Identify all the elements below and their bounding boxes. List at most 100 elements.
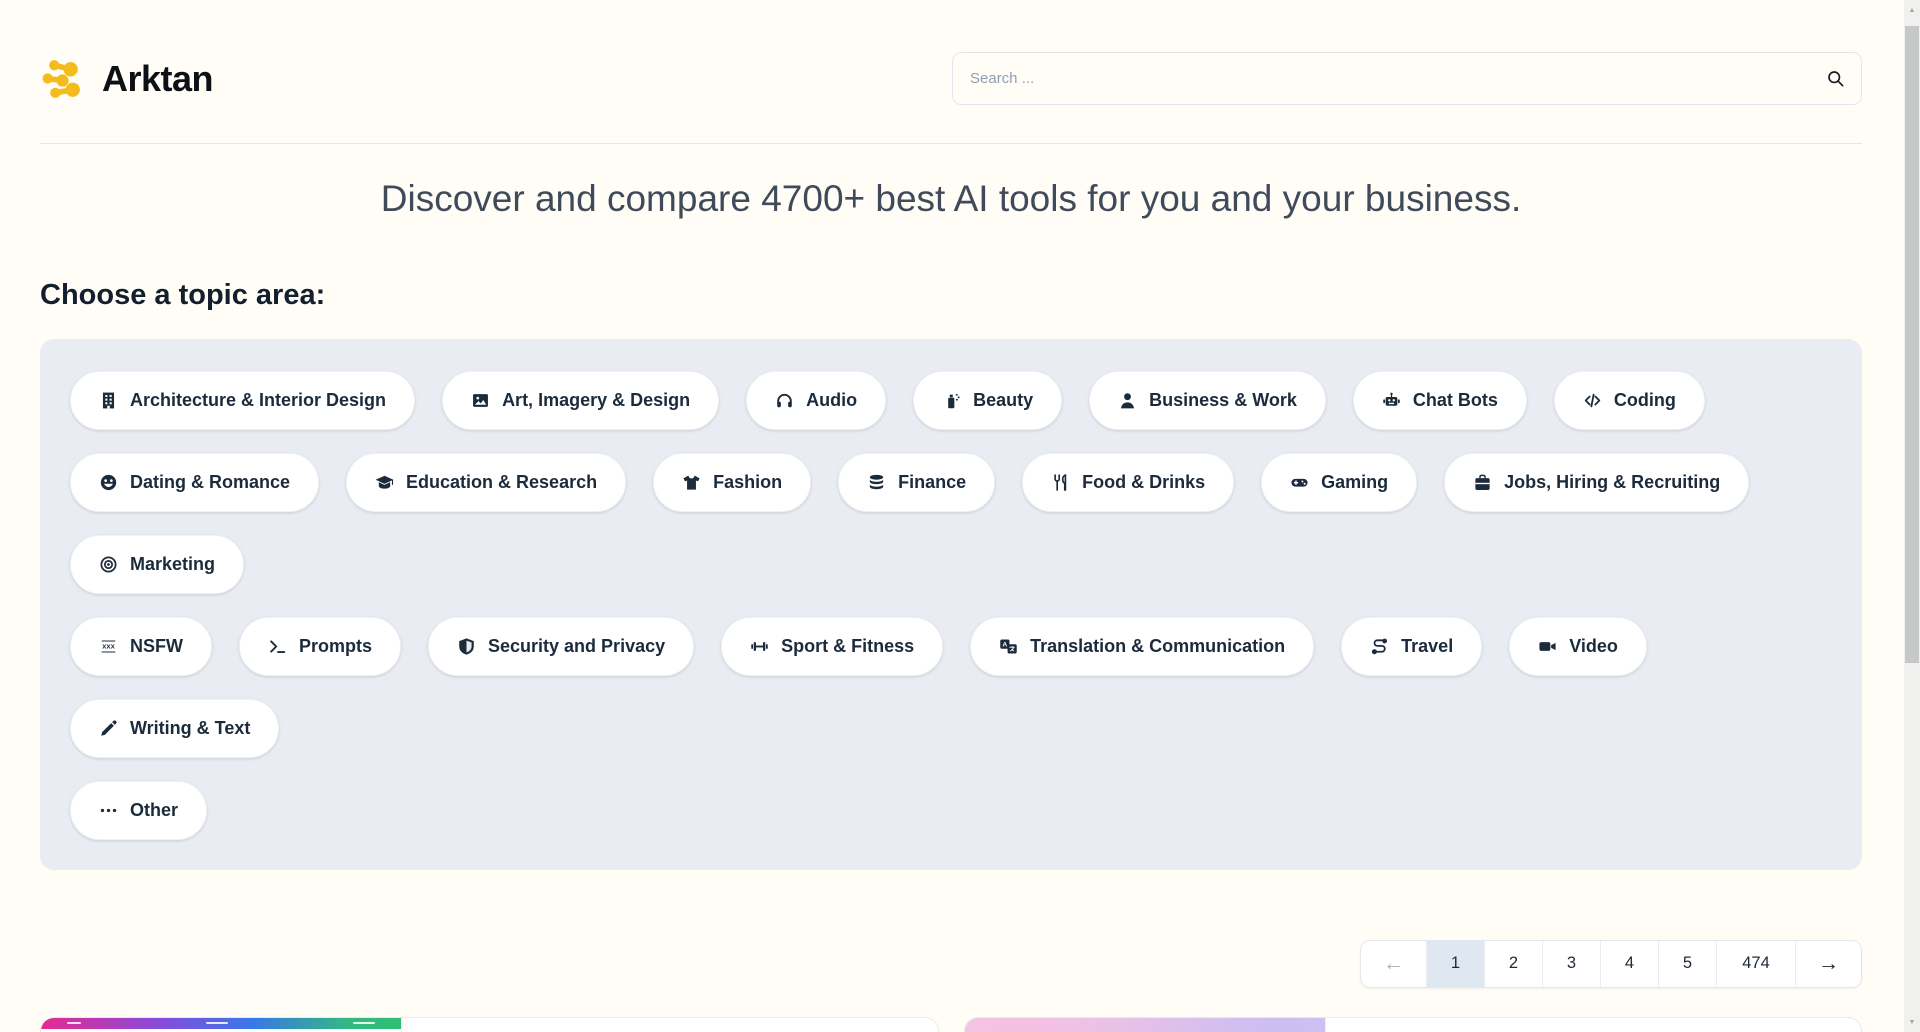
topic-pill-audio[interactable]: Audio xyxy=(746,370,887,430)
brand-logo[interactable]: Arktan xyxy=(40,56,214,101)
topic-pill-label: Video xyxy=(1569,635,1618,656)
travelmate-thumb-navbar xyxy=(41,1017,401,1029)
topic-pill-business-work[interactable]: Business & Work xyxy=(1089,370,1326,430)
image-icon xyxy=(473,393,489,407)
pagination-page-474[interactable]: 474 xyxy=(1716,940,1795,987)
topic-pill-nsfw[interactable]: xxx NSFW xyxy=(70,616,212,676)
terminal-icon xyxy=(270,640,286,653)
scrollbar-thumb[interactable] xyxy=(1905,26,1919,663)
topic-pill-video[interactable]: Video xyxy=(1509,616,1647,676)
topic-pill-label: Audio xyxy=(806,389,858,410)
arrow-right-icon: → xyxy=(1818,951,1839,975)
pagination-page-2[interactable]: 2 xyxy=(1484,940,1542,987)
shield-icon xyxy=(459,638,474,655)
topic-pill-coding[interactable]: Coding xyxy=(1553,370,1705,430)
topic-pill-label: Writing & Text xyxy=(130,717,251,738)
topic-pill-architecture-interior-design[interactable]: Architecture & Interior Design xyxy=(70,370,416,430)
topic-pill-label: Dating & Romance xyxy=(130,471,291,492)
topic-pill-dating-romance[interactable]: Dating & Romance xyxy=(70,452,320,512)
topic-pill-chat-bots[interactable]: Chat Bots xyxy=(1352,370,1527,430)
video-camera-icon xyxy=(1539,641,1556,651)
topic-pill-beauty[interactable]: Beauty xyxy=(913,370,1063,430)
topic-pill-label: Education & Research xyxy=(406,471,598,492)
scrollbar[interactable]: ▲ ▼ xyxy=(1904,0,1920,1032)
pagination-previous-button[interactable]: ← xyxy=(1361,941,1426,987)
topic-pill-finance[interactable]: Finance xyxy=(838,452,996,512)
tool-cards: Discover Your Perfect Holiday Destinatio… xyxy=(40,1016,1862,1032)
topic-pill-label: Architecture & Interior Design xyxy=(130,389,387,410)
svg-text:A: A xyxy=(1003,641,1008,648)
topic-pill-food-drinks[interactable]: Food & Drinks xyxy=(1022,452,1235,512)
brand-logo-icon xyxy=(42,60,80,98)
topic-pill-label: Travel xyxy=(1401,635,1454,656)
topics-heading: Choose a topic area: xyxy=(40,278,326,311)
topic-pill-label: Fashion xyxy=(713,471,783,492)
svg-text:xxx: xxx xyxy=(102,641,115,650)
topic-pill-education-research[interactable]: Education & Research xyxy=(346,452,627,512)
pagination-page-4[interactable]: 4 xyxy=(1600,940,1658,987)
topic-pill-sport-fitness[interactable]: Sport & Fitness xyxy=(721,616,944,676)
gamepad-icon xyxy=(1291,478,1308,487)
search-box xyxy=(952,52,1862,105)
brand-name: Arktan xyxy=(102,57,214,99)
autobackend-thumbnail: autobackend Describe your backend xyxy=(964,1017,1326,1032)
search-input[interactable] xyxy=(952,52,1862,105)
headphones-icon xyxy=(777,393,792,407)
header: Arktan xyxy=(40,0,1862,144)
topic-pill-label: Finance xyxy=(898,471,967,492)
pagination: ← 1 2 3 4 5 474 → xyxy=(1360,939,1862,988)
tool-card-auto-backend[interactable]: autobackend Describe your backend xyxy=(963,1016,1862,1032)
topic-pill-fashion[interactable]: Fashion xyxy=(653,452,812,512)
topic-pills-row: Dating & Romance Education & Research Fash… xyxy=(70,452,1832,594)
pagination-page-1[interactable]: 1 xyxy=(1426,940,1484,987)
building-icon xyxy=(102,392,115,409)
robot-icon xyxy=(1383,392,1400,406)
bullseye-icon xyxy=(100,556,117,573)
utensils-icon xyxy=(1054,473,1067,491)
topic-pill-security-and-privacy[interactable]: Security and Privacy xyxy=(428,616,695,676)
pencil-icon xyxy=(101,720,117,736)
topic-pill-label: Gaming xyxy=(1321,471,1389,492)
topic-pill-label: Jobs, Hiring & Recruiting xyxy=(1504,471,1721,492)
person-icon xyxy=(1121,392,1135,409)
topic-pills-row: Architecture & Interior Design Art, Image… xyxy=(70,370,1832,430)
smiley-face-icon xyxy=(100,474,117,490)
scrollbar-up-arrow[interactable]: ▲ xyxy=(1904,3,1920,17)
topic-pill-other[interactable]: Other xyxy=(70,780,208,840)
topic-pills-row: Other xyxy=(70,780,1832,840)
route-icon xyxy=(1372,638,1388,654)
topic-pill-label: Art, Imagery & Design xyxy=(502,389,691,410)
tool-card-travelmate[interactable]: Discover Your Perfect Holiday Destinatio… xyxy=(40,1016,939,1032)
tool-card-body: TravelMate AI generated guides for thous… xyxy=(402,1018,938,1032)
graduation-cap-icon xyxy=(375,475,394,489)
topic-pill-label: Marketing xyxy=(130,553,216,574)
topic-pill-translation-communication[interactable]: A Translation & Communication xyxy=(970,616,1315,676)
topic-pill-label: Sport & Fitness xyxy=(781,635,915,656)
topic-pill-label: Prompts xyxy=(299,635,373,656)
search-icon xyxy=(1827,71,1843,87)
travelmate-thumbnail: Discover Your Perfect Holiday Destinatio… xyxy=(41,1017,402,1032)
briefcase-icon xyxy=(1475,474,1490,490)
topic-pill-writing-text[interactable]: Writing & Text xyxy=(70,698,280,758)
topic-pill-label: Translation & Communication xyxy=(1030,635,1286,656)
coins-icon xyxy=(869,474,884,489)
spray-bottle-icon xyxy=(948,393,960,408)
scrollbar-down-arrow[interactable]: ▼ xyxy=(1904,1015,1920,1029)
topic-pill-travel[interactable]: Travel xyxy=(1341,616,1483,676)
topic-pill-marketing[interactable]: Marketing xyxy=(70,534,245,594)
topic-pills-row: xxx NSFW Prompts Security and Privacy Sport … xyxy=(70,616,1832,758)
topic-pill-label: Security and Privacy xyxy=(488,635,666,656)
pagination-page-5[interactable]: 5 xyxy=(1658,940,1716,987)
pagination-next-button[interactable]: → xyxy=(1795,940,1861,987)
pagination-page-3[interactable]: 3 xyxy=(1542,940,1600,987)
topic-pill-jobs-hiring-recruiting[interactable]: Jobs, Hiring & Recruiting xyxy=(1444,452,1750,512)
topic-pill-prompts[interactable]: Prompts xyxy=(239,616,402,676)
topic-pill-art-imagery-design[interactable]: Art, Imagery & Design xyxy=(442,370,720,430)
topic-pill-label: Food & Drinks xyxy=(1082,471,1206,492)
language-icon: A xyxy=(1000,639,1017,654)
topic-pill-gaming[interactable]: Gaming xyxy=(1261,452,1418,512)
topic-pill-label: Chat Bots xyxy=(1412,389,1498,410)
topic-pill-label: Other xyxy=(130,799,179,820)
topic-pill-label: Beauty xyxy=(973,389,1034,410)
search-button[interactable] xyxy=(1820,64,1850,94)
